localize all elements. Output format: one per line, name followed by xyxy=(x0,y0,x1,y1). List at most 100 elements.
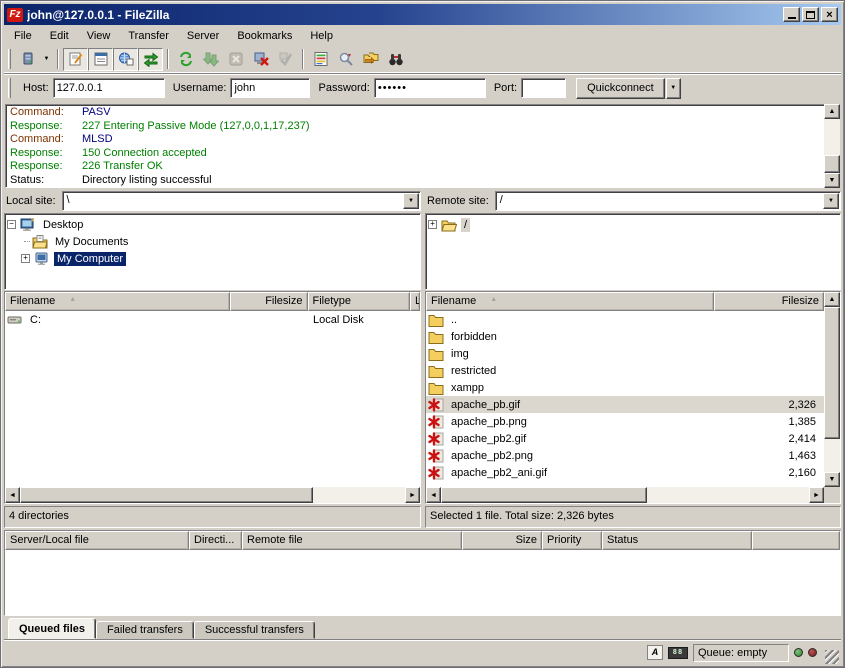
directory-comparison-button[interactable] xyxy=(308,48,333,71)
tree-label-selected: My Computer xyxy=(54,252,126,266)
scroll-up-button[interactable]: ▲ xyxy=(824,104,840,119)
file-row[interactable]: apache_pb2.png 1,463 xyxy=(426,447,824,464)
menu-bookmarks[interactable]: Bookmarks xyxy=(228,27,301,45)
menu-help[interactable]: Help xyxy=(301,27,342,45)
synchronized-browsing-button[interactable] xyxy=(358,48,383,71)
menu-view[interactable]: View xyxy=(78,27,120,45)
menu-server[interactable]: Server xyxy=(178,27,228,45)
site-manager-dropdown[interactable]: ▼ xyxy=(40,48,53,71)
column-header-status[interactable]: Status xyxy=(602,531,752,550)
tree-item-root[interactable]: + / xyxy=(428,216,838,233)
scroll-track[interactable] xyxy=(824,119,840,173)
column-header-priority[interactable]: Priority xyxy=(542,531,602,550)
site-manager-icon xyxy=(20,51,36,67)
file-size: 1,463 xyxy=(714,450,824,462)
folder-row[interactable]: .. xyxy=(426,311,824,328)
minimize-button[interactable] xyxy=(783,7,800,22)
column-header-modified[interactable]: L xyxy=(410,292,420,311)
collapse-toggle[interactable]: − xyxy=(7,220,16,229)
toggle-local-tree-button[interactable] xyxy=(88,48,113,71)
menu-edit[interactable]: Edit xyxy=(41,27,78,45)
quickconnect-button[interactable]: Quickconnect xyxy=(576,78,665,99)
scroll-thumb[interactable] xyxy=(824,307,840,439)
expand-toggle[interactable]: + xyxy=(428,220,437,229)
menu-transfer[interactable]: Transfer xyxy=(119,27,178,45)
find-files-button[interactable] xyxy=(383,48,408,71)
resize-grip[interactable] xyxy=(825,650,839,664)
scroll-thumb[interactable] xyxy=(20,487,313,503)
expand-toggle[interactable]: + xyxy=(21,254,30,263)
file-row-c-drive[interactable]: C: Local Disk xyxy=(5,311,420,328)
scroll-left-button[interactable]: ◄ xyxy=(5,487,20,503)
file-row[interactable]: apache_pb2.gif 2,414 xyxy=(426,430,824,447)
folder-row[interactable]: restricted xyxy=(426,362,824,379)
password-input[interactable] xyxy=(374,78,486,98)
folder-icon xyxy=(428,380,444,396)
filename-filters-button[interactable] xyxy=(333,48,358,71)
scroll-down-button[interactable]: ▼ xyxy=(824,173,840,188)
column-header-filename[interactable]: Filename▲ xyxy=(5,292,230,311)
column-header-direction[interactable]: Directi... xyxy=(189,531,242,550)
tree-item-my-documents[interactable]: My Documents xyxy=(7,233,418,250)
folder-row[interactable]: forbidden xyxy=(426,328,824,345)
tree-item-my-computer[interactable]: + My Computer xyxy=(7,250,418,267)
local-site-combobox[interactable]: \ ▼ xyxy=(62,191,421,211)
site-manager-button[interactable] xyxy=(15,48,40,71)
cancel-operation-button[interactable] xyxy=(223,48,248,71)
combo-arrow[interactable]: ▼ xyxy=(403,193,419,209)
log-scrollbar[interactable]: ▲ ▼ xyxy=(824,104,840,188)
reconnect-button[interactable] xyxy=(273,48,298,71)
toggle-remote-tree-button[interactable] xyxy=(113,48,138,71)
column-header-size[interactable]: Size xyxy=(462,531,542,550)
username-input[interactable] xyxy=(230,78,310,98)
scroll-thumb[interactable] xyxy=(441,487,647,503)
local-horizontal-scrollbar[interactable]: ◄ ► xyxy=(5,487,420,503)
scroll-track[interactable] xyxy=(20,487,405,503)
column-header-server-local-file[interactable]: Server/Local file xyxy=(5,531,189,550)
remote-site-combobox[interactable]: / ▼ xyxy=(495,191,841,211)
scroll-up-button[interactable]: ▲ xyxy=(824,292,840,307)
scroll-down-icon: ▼ xyxy=(829,177,836,184)
port-input[interactable] xyxy=(521,78,566,98)
combo-arrow[interactable]: ▼ xyxy=(823,193,839,209)
sort-ascending-icon: ▲ xyxy=(490,296,497,310)
process-queue-button[interactable] xyxy=(198,48,223,71)
scroll-down-button[interactable]: ▼ xyxy=(824,472,840,487)
close-button[interactable]: × xyxy=(821,7,838,22)
image-file-icon xyxy=(428,414,444,430)
scroll-track[interactable] xyxy=(824,307,840,472)
column-header-filesize[interactable]: Filesize xyxy=(230,292,308,311)
disconnect-button[interactable] xyxy=(248,48,273,71)
folder-row[interactable]: xampp xyxy=(426,379,824,396)
column-header-filesize[interactable]: Filesize xyxy=(714,292,824,311)
scroll-left-button[interactable]: ◄ xyxy=(426,487,441,503)
tab-successful-transfers[interactable]: Successful transfers xyxy=(194,621,315,639)
scroll-thumb[interactable] xyxy=(824,155,840,173)
file-row[interactable]: apache_pb.png 1,385 xyxy=(426,413,824,430)
remote-vertical-scrollbar[interactable]: ▲ ▼ xyxy=(824,292,840,487)
binoculars-icon xyxy=(388,51,404,67)
host-input[interactable] xyxy=(53,78,165,98)
column-header-filename[interactable]: Filename▲ xyxy=(426,292,714,311)
maximize-button[interactable] xyxy=(802,7,819,22)
menu-file[interactable]: File xyxy=(5,27,41,45)
tab-queued-files[interactable]: Queued files xyxy=(8,618,96,639)
tab-failed-transfers[interactable]: Failed transfers xyxy=(96,621,194,639)
title-bar[interactable]: Fz john@127.0.0.1 - FileZilla × xyxy=(4,4,841,25)
toggle-message-log-button[interactable] xyxy=(63,48,88,71)
file-name: apache_pb2.png xyxy=(447,450,714,462)
refresh-button[interactable] xyxy=(173,48,198,71)
column-header-filetype[interactable]: Filetype xyxy=(308,292,411,311)
toggle-transfer-queue-button[interactable] xyxy=(138,48,163,71)
column-header-remote-file[interactable]: Remote file xyxy=(242,531,462,550)
scroll-right-button[interactable]: ► xyxy=(809,487,824,503)
file-row-selected[interactable]: apache_pb.gif 2,326 xyxy=(426,396,824,413)
file-row[interactable]: apache_pb2_ani.gif 2,160 xyxy=(426,464,824,481)
quickconnect-dropdown[interactable]: ▼ xyxy=(666,78,681,99)
remote-horizontal-scrollbar[interactable]: ◄ ► xyxy=(426,487,824,503)
folder-row[interactable]: img xyxy=(426,345,824,362)
scroll-right-button[interactable]: ► xyxy=(405,487,420,503)
scroll-track[interactable] xyxy=(441,487,809,503)
tree-item-desktop[interactable]: − Desktop xyxy=(7,216,418,233)
remote-file-list: Filename▲ Filesize .. forbidden xyxy=(425,291,841,504)
